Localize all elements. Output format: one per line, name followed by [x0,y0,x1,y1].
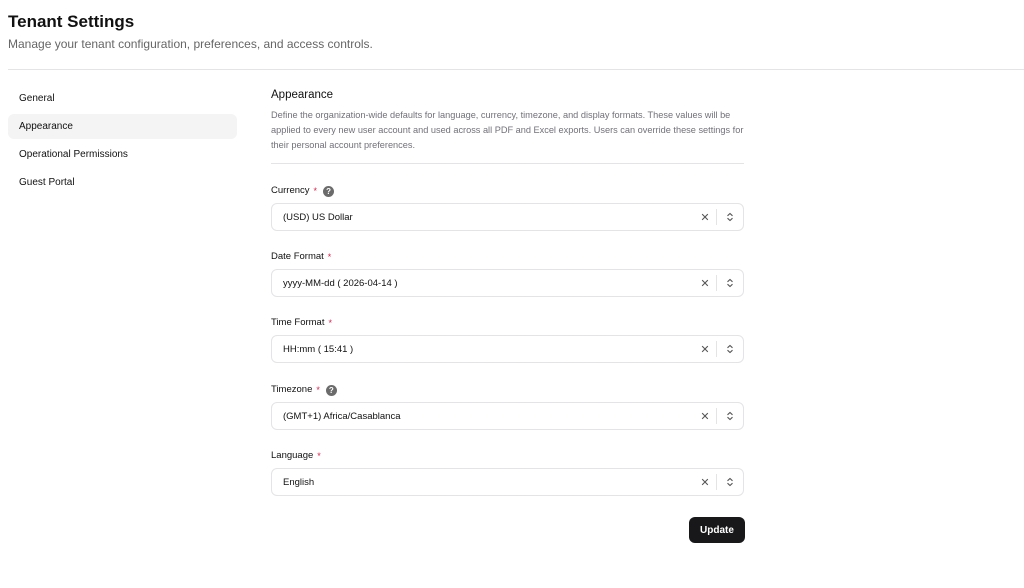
required-marker: * [316,385,320,395]
language-value: English [283,476,315,488]
clear-icon[interactable]: ✕ [694,343,716,356]
required-marker: * [313,186,318,196]
time-format-field: Time Format * HH:mm ( 15:41 ) ✕ [271,316,744,363]
chevron-up-down-icon[interactable] [717,477,743,487]
page-subtitle: Manage your tenant configuration, prefer… [8,37,373,51]
required-marker: * [328,318,332,328]
chevron-up-down-icon[interactable] [717,212,743,222]
clear-icon[interactable]: ✕ [694,476,716,489]
timezone-select[interactable]: (GMT+1) Africa/Casablanca ✕ [271,402,744,430]
chevron-up-down-icon[interactable] [717,278,743,288]
time-format-value: HH:mm ( 15:41 ) [283,343,354,355]
date-format-value: yyyy-MM-dd ( 2026-04-14 ) [283,277,398,289]
timezone-label: Timezone [271,384,313,395]
required-marker: * [327,252,332,262]
time-format-select[interactable]: HH:mm ( 15:41 ) ✕ [271,335,744,363]
time-format-label: Time Format [271,317,325,328]
currency-label: Currency [271,185,310,196]
currency-value: (USD) US Dollar [283,211,353,223]
update-button[interactable]: Update [689,517,745,543]
page-header: Tenant Settings Manage your tenant confi… [0,0,1024,70]
currency-field: Currency * ? (USD) US Dollar ✕ [271,184,744,231]
question-circle-icon[interactable]: ? [323,185,335,197]
language-field: Language * English ✕ [271,449,744,496]
currency-select[interactable]: (USD) US Dollar ✕ [271,203,744,231]
date-format-select[interactable]: yyyy-MM-dd ( 2026-04-14 ) ✕ [271,269,744,297]
chevron-up-down-icon[interactable] [717,411,743,421]
sidebar-item-operational-permissions[interactable]: Operational Permissions [8,142,237,167]
chevron-up-down-icon[interactable] [717,344,743,354]
date-format-field: Date Format * yyyy-MM-dd ( 2026-04-14 ) … [271,250,744,297]
settings-sidebar: General Appearance Operational Permissio… [8,86,237,198]
sidebar-item-appearance[interactable]: Appearance [8,114,237,139]
clear-icon[interactable]: ✕ [694,277,716,290]
header-divider [8,69,1024,70]
language-select[interactable]: English ✕ [271,468,744,496]
sidebar-item-general[interactable]: General [8,86,237,111]
section-divider [271,163,744,164]
sidebar-item-guest-portal[interactable]: Guest Portal [8,170,237,195]
section-title: Appearance [271,89,334,101]
page-title: Tenant Settings [8,12,135,31]
timezone-value: (GMT+1) Africa/Casablanca [283,410,401,422]
clear-icon[interactable]: ✕ [694,211,716,224]
appearance-section: Appearance Define the organization-wide … [271,88,744,496]
timezone-field: Timezone * ? (GMT+1) Africa/Casablanca ✕ [271,383,744,430]
section-description: Define the organization-wide defaults fo… [271,110,744,150]
date-format-label: Date Format [271,251,324,262]
required-marker: * [317,451,321,461]
question-circle-icon[interactable]: ? [325,384,337,396]
language-label: Language [271,450,314,461]
clear-icon[interactable]: ✕ [694,410,716,423]
